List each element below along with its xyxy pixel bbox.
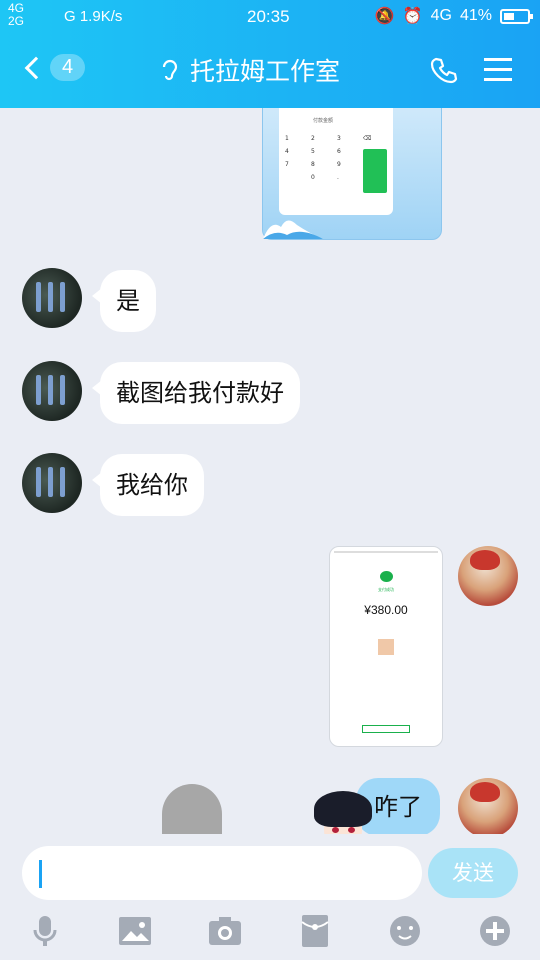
payment-amount: ¥380.00 — [364, 603, 408, 617]
battery-level: 41% — [459, 7, 492, 24]
microphone-icon[interactable] — [28, 914, 62, 948]
back-button[interactable]: 4 — [20, 54, 86, 81]
chat-title: 托拉姆工作室 — [190, 57, 341, 86]
emoji-icon[interactable] — [388, 914, 422, 948]
battery-icon — [500, 8, 533, 24]
image-message-keypad[interactable]: 付款金额 1 2 3 ⌫ 456 789 0. — [262, 108, 442, 240]
phone-icon[interactable] — [430, 56, 458, 84]
camera-icon[interactable] — [208, 914, 242, 948]
image-message-payment[interactable]: 支付成功 ¥380.00 — [329, 546, 443, 747]
sticker-silhouette — [162, 784, 222, 838]
status-bar: 4G 2G G 1.9K/s 20:35 🔕 ⏰ 4G 41% — [0, 0, 540, 34]
message-input[interactable] — [22, 846, 422, 900]
avatar-self[interactable] — [458, 778, 518, 838]
wechat-pay-icon — [380, 571, 393, 582]
message-bubble[interactable]: 是 — [92, 270, 156, 332]
send-button[interactable]: 发送 — [428, 848, 518, 898]
ear-icon[interactable] — [160, 57, 180, 83]
pay-key — [363, 149, 387, 193]
input-bar: 发送 — [0, 834, 540, 960]
unread-count: 4 — [50, 54, 86, 81]
toolbar — [0, 914, 540, 950]
sticker-anime-character — [310, 791, 376, 838]
chat-nav: 4 托拉姆工作室 — [0, 46, 540, 96]
network-type: 4G 2G — [8, 1, 25, 28]
merchant-avatar — [378, 639, 394, 655]
menu-icon[interactable] — [484, 58, 512, 82]
header: 4G 2G G 1.9K/s 20:35 🔕 ⏰ 4G 41% 4 托拉姆工作室 — [0, 0, 540, 108]
keypad-screenshot: 付款金额 1 2 3 ⌫ 456 789 0. — [279, 108, 393, 215]
mute-icon: 🔕 — [374, 8, 395, 25]
done-button — [362, 725, 410, 733]
clock: 20:35 — [247, 7, 290, 26]
payment-status: 支付成功 — [378, 587, 394, 592]
red-packet-icon[interactable] — [298, 914, 332, 948]
wave-decoration — [263, 220, 323, 239]
avatar-self[interactable] — [458, 546, 518, 606]
avatar[interactable] — [22, 361, 82, 421]
network-speed: 1.9K/s — [79, 8, 123, 25]
message-bubble[interactable]: 我给你 — [92, 454, 204, 516]
alarm-icon: ⏰ — [402, 8, 423, 25]
avatar[interactable] — [22, 268, 82, 328]
text-caret — [39, 860, 42, 888]
message-bubble[interactable]: 截图给我付款好 — [92, 362, 300, 424]
chevron-left-icon — [24, 56, 48, 79]
signal-text: G — [64, 8, 76, 25]
network-4g: 4G — [430, 7, 452, 24]
plus-icon[interactable] — [478, 914, 512, 948]
avatar[interactable] — [22, 453, 82, 513]
chat-area[interactable]: 付款金额 1 2 3 ⌫ 456 789 0. 是 截图给我付款好 我给你 支付成功 … — [0, 108, 540, 838]
image-icon[interactable] — [118, 914, 152, 948]
